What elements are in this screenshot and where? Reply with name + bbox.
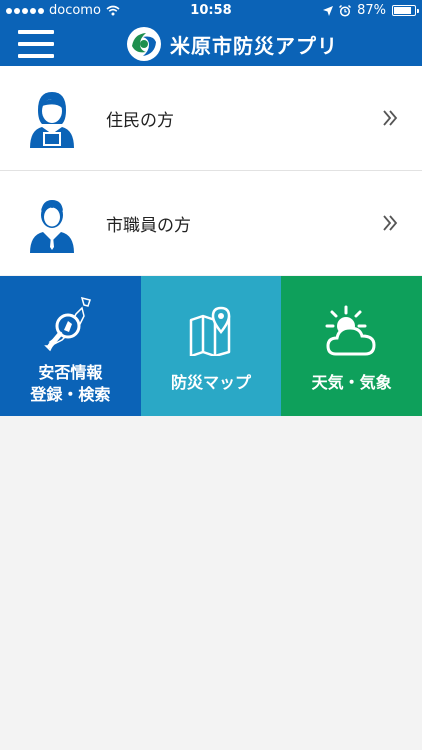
disaster-map-tile[interactable]: 防災マップ [140, 276, 282, 416]
hamburger-line [18, 54, 54, 58]
menu-tiles: 安否情報 登録・検索 防災マップ 天気・気象 [0, 276, 422, 416]
safety-info-tile[interactable]: 安否情報 登録・検索 [0, 276, 141, 416]
battery-percent: 87% [357, 3, 386, 18]
hamburger-line [18, 30, 54, 34]
sun-cloud-icon [325, 305, 376, 356]
safety-info-label: 安否情報 登録・検索 [0, 362, 141, 406]
resident-person-icon [30, 92, 74, 148]
map-pin-icon [189, 306, 231, 356]
resident-row-label: 住民の方 [106, 111, 174, 131]
battery-fill [394, 7, 412, 14]
status-bar: docomo 10:58 87% [0, 0, 422, 22]
nav-bar: 米原市防災アプリ [0, 22, 422, 66]
app-title: 米原市防災アプリ [170, 33, 338, 58]
safety-info-label-line1: 安否情報 [38, 363, 103, 382]
weather-label: 天気・気象 [311, 373, 392, 392]
city-logo-icon [127, 27, 161, 61]
battery-icon [392, 5, 419, 16]
double-chevron-right-icon [383, 110, 398, 126]
status-right: 87% [323, 3, 419, 18]
safety-info-label-line2: 登録・検索 [30, 385, 111, 404]
hamburger-menu-button[interactable] [18, 28, 54, 60]
staff-person-icon [30, 200, 74, 253]
alarm-clock-icon [339, 4, 352, 17]
staff-row-label: 市職員の方 [106, 216, 191, 236]
double-chevron-right-icon [383, 215, 398, 231]
empty-content-area [0, 416, 422, 750]
disaster-map-label: 防災マップ [170, 373, 251, 392]
resident-row[interactable]: 住民の方 [0, 66, 422, 171]
hamburger-line [18, 42, 54, 46]
app-title-group: 米原市防災アプリ [126, 25, 338, 63]
weather-tile[interactable]: 天気・気象 [281, 276, 422, 416]
japan-map-search-icon [44, 296, 92, 352]
staff-row[interactable]: 市職員の方 [0, 171, 422, 275]
location-arrow-icon [323, 5, 334, 16]
